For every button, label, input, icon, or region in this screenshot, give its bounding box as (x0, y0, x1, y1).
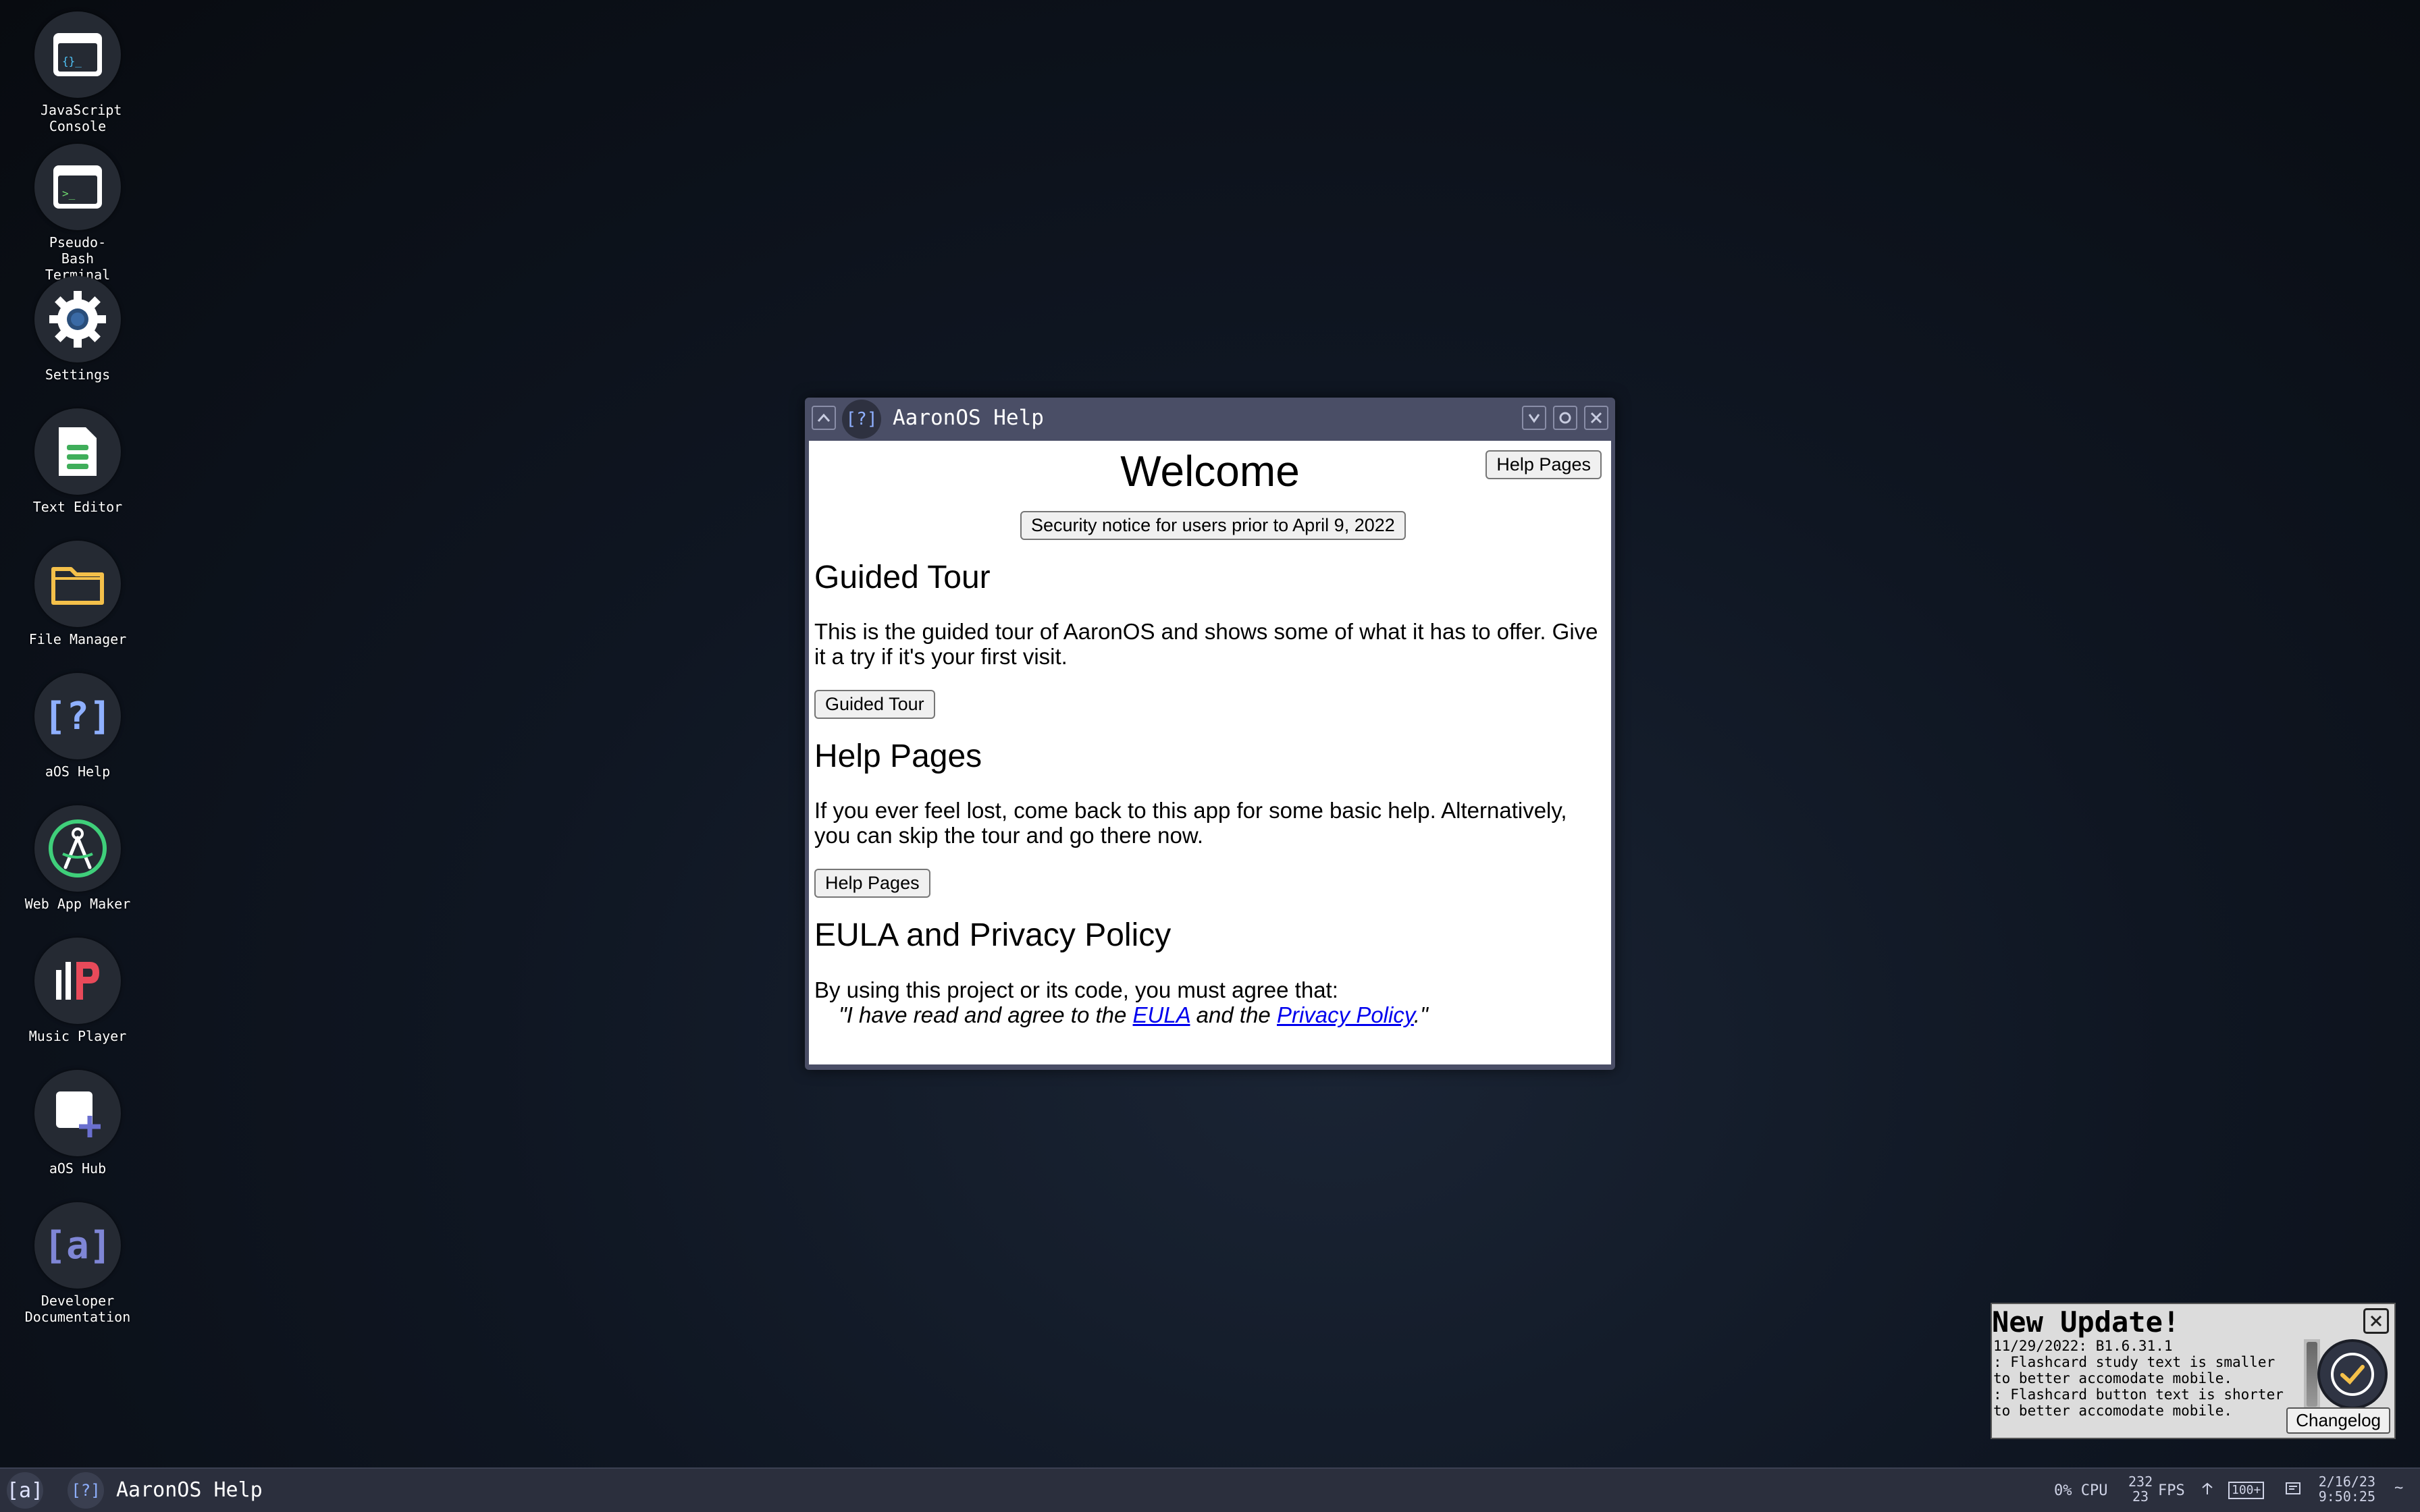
hub-icon (34, 1070, 121, 1156)
task-help-icon[interactable]: [?] (68, 1472, 104, 1509)
eula-text: By using this project or its code, you m… (814, 977, 1338, 1002)
update-check-icon (2317, 1339, 2388, 1409)
desktop-icon-label: Music Player (28, 1028, 127, 1044)
js-console-icon: {}_ (34, 11, 121, 98)
window-up-button[interactable] (812, 406, 836, 430)
notification-line: : Flashcard study text is smaller to bet… (1993, 1354, 2276, 1386)
window-titlebar[interactable]: [?] AaronOS Help (805, 398, 1615, 439)
help-pages-top-button[interactable]: Help Pages (1485, 450, 1602, 479)
scrollbar-thumb[interactable] (2307, 1342, 2317, 1407)
fps-sub-value: 23 (2132, 1488, 2149, 1505)
tilde-button[interactable]: ~ (2394, 1480, 2403, 1496)
cpu-indicator[interactable]: 0% CPU (2054, 1482, 2107, 1499)
privacy-policy-link[interactable]: Privacy Policy (1277, 1002, 1414, 1027)
desktop-icon-label: JavaScript Console (41, 102, 122, 134)
guided-tour-button[interactable]: Guided Tour (814, 690, 935, 719)
eula-quote-prefix: "I have read and agree to the (839, 1002, 1133, 1027)
minimize-icon (1528, 414, 1540, 423)
notification-title: New Update! (1992, 1305, 2180, 1339)
help-pages-text: If you ever feel lost, come back to this… (814, 798, 1567, 848)
network-icon[interactable] (2200, 1481, 2215, 1501)
window-title: AaronOS Help (893, 406, 1044, 430)
help-icon: [?] (34, 673, 121, 759)
desktop-icon-label: Developer Documentation (24, 1293, 131, 1325)
music-player-icon (34, 938, 121, 1024)
battery-icon: 100+ (2228, 1482, 2265, 1499)
task-label[interactable]: AaronOS Help (116, 1478, 263, 1502)
notification-close-button[interactable] (2363, 1308, 2389, 1334)
close-icon (2370, 1315, 2382, 1327)
svg-text:{}_: {}_ (62, 55, 82, 68)
aos-logo-icon: [a] (34, 1202, 121, 1289)
clock[interactable]: 2/16/23 9:50:25 (2315, 1474, 2375, 1504)
chevron-up-icon (817, 413, 831, 422)
desktop-icon-text-editor[interactable]: Text Editor (0, 408, 155, 515)
web-app-maker-icon (34, 805, 121, 892)
eula-link[interactable]: EULA (1133, 1002, 1190, 1027)
desktop-icon-music-player[interactable]: Music Player (0, 938, 155, 1044)
security-notice-button[interactable]: Security notice for users prior to April… (1020, 511, 1406, 540)
desktop-icon-aos-help[interactable]: [?] aOS Help (0, 673, 155, 780)
terminal-icon: >_ (34, 144, 121, 230)
help-pages-heading: Help Pages (814, 738, 982, 774)
notification-body: 11/29/2022: B1.6.31.1 : Flashcard study … (1993, 1338, 2300, 1430)
help-pages-button[interactable]: Help Pages (814, 869, 930, 898)
desktop-icon-label: Settings (45, 367, 111, 383)
guided-tour-text: This is the guided tour of AaronOS and s… (814, 619, 1598, 669)
desktop-icon-pseudo-bash-terminal[interactable]: >_ Pseudo-Bash Terminal (0, 144, 155, 283)
notification-line: : Flashcard button text is shorter to be… (1993, 1386, 2284, 1419)
desktop-icon-label: aOS Hub (49, 1160, 107, 1177)
fps-label: FPS (2158, 1482, 2185, 1499)
fps-value: 232 (2128, 1474, 2153, 1490)
desktop-icon-web-app-maker[interactable]: Web App Maker (0, 805, 155, 912)
eula-agreement-quote: "I have read and agree to the EULA and t… (839, 1002, 1599, 1027)
minimize-button[interactable] (1522, 406, 1546, 430)
aaronos-help-window: [?] AaronOS Help Welcome Help Pages Secu… (805, 398, 1615, 1070)
maximize-icon (1559, 412, 1571, 424)
update-notification: New Update! 11/29/2022: B1.6.31.1 : Flas… (1991, 1303, 2396, 1439)
desktop-icon-label: aOS Help (45, 763, 111, 780)
close-icon (1590, 412, 1602, 424)
help-app-icon: [?] (842, 400, 881, 439)
notifications-icon[interactable] (2285, 1481, 2301, 1501)
folder-icon (34, 541, 121, 627)
desktop-icon-label: Web App Maker (24, 896, 131, 912)
changelog-button[interactable]: Changelog (2286, 1407, 2390, 1434)
battery-indicator[interactable]: 100+ (2228, 1481, 2265, 1499)
help-content: Welcome Help Pages Security notice for u… (809, 441, 1611, 1064)
clock-time: 9:50:25 (2318, 1488, 2375, 1505)
desktop-icon-label: File Manager (28, 631, 127, 647)
maximize-button[interactable] (1553, 406, 1577, 430)
fps-indicator[interactable]: 232 23 (2128, 1474, 2153, 1504)
guided-tour-heading: Guided Tour (814, 560, 991, 595)
taskbar: [a] [?] AaronOS Help 0% CPU 232 23 FPS 1… (0, 1467, 2420, 1512)
eula-quote-suffix: ." (1413, 1002, 1428, 1027)
desktop-icon-label: Text Editor (32, 499, 123, 515)
gear-icon (34, 276, 121, 362)
start-button[interactable]: [a] (7, 1472, 43, 1509)
desktop-icon-aos-hub[interactable]: aOS Hub (0, 1070, 155, 1177)
notification-line: 11/29/2022: B1.6.31.1 (1993, 1338, 2173, 1354)
desktop-icon-developer-documentation[interactable]: [a] Developer Documentation (0, 1202, 155, 1325)
desktop-icon-settings[interactable]: Settings (0, 276, 155, 383)
desktop-icon-file-manager[interactable]: File Manager (0, 541, 155, 647)
svg-text:>_: >_ (62, 187, 76, 200)
text-editor-icon (34, 408, 121, 495)
clock-date: 2/16/23 (2318, 1474, 2375, 1490)
eula-heading: EULA and Privacy Policy (814, 917, 1172, 953)
eula-quote-middle: and the (1190, 1002, 1277, 1027)
close-button[interactable] (1584, 406, 1608, 430)
desktop-icon-javascript-console[interactable]: {}_ JavaScript Console (0, 11, 155, 134)
